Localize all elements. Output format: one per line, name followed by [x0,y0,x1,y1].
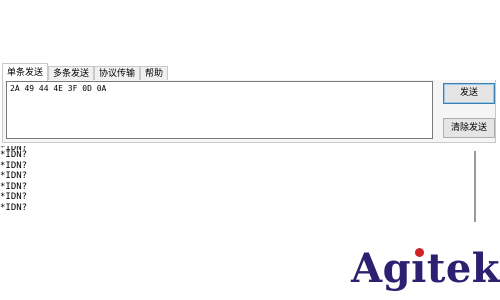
tab-protocol-transfer[interactable]: 协议传输 [94,66,141,81]
send-button[interactable]: 发送 [443,83,495,104]
log-line: *IDN? [0,160,28,171]
tab-multi-send[interactable]: 多条发送 [48,66,95,81]
log-line: *IDN? [0,171,28,181]
agitek-logo: Ag ıtek [351,246,500,292]
tab-strip: 单条发送 多条发送 协议传输 帮助 [2,63,169,81]
tab-single-send[interactable]: 单条发送 [2,63,49,81]
log-scrollbar[interactable] [474,151,476,222]
tab-strip-baseline [164,63,496,81]
send-panel: 2A 49 44 4E 3F 0D 0A 发送 清除发送 [2,80,496,143]
log-line: *IDN? [0,181,28,192]
receive-log[interactable]: *IDN? *IDN? *IDN? *IDN? *IDN? *IDN? *IDN… [0,146,470,224]
logo-text-start: Ag [351,245,412,292]
log-line: *IDN? [0,192,28,202]
logo-red-dot-icon [414,248,424,257]
logo-text-end: tek [426,245,500,292]
log-line: *IDN? [0,202,28,213]
logo-letter-i: ı [411,246,427,292]
send-data-input[interactable]: 2A 49 44 4E 3F 0D 0A [6,81,433,139]
send-data-text: 2A 49 44 4E 3F 0D 0A [10,84,107,93]
clear-send-button[interactable]: 清除发送 [443,118,495,138]
log-line: *IDN? [0,150,28,160]
